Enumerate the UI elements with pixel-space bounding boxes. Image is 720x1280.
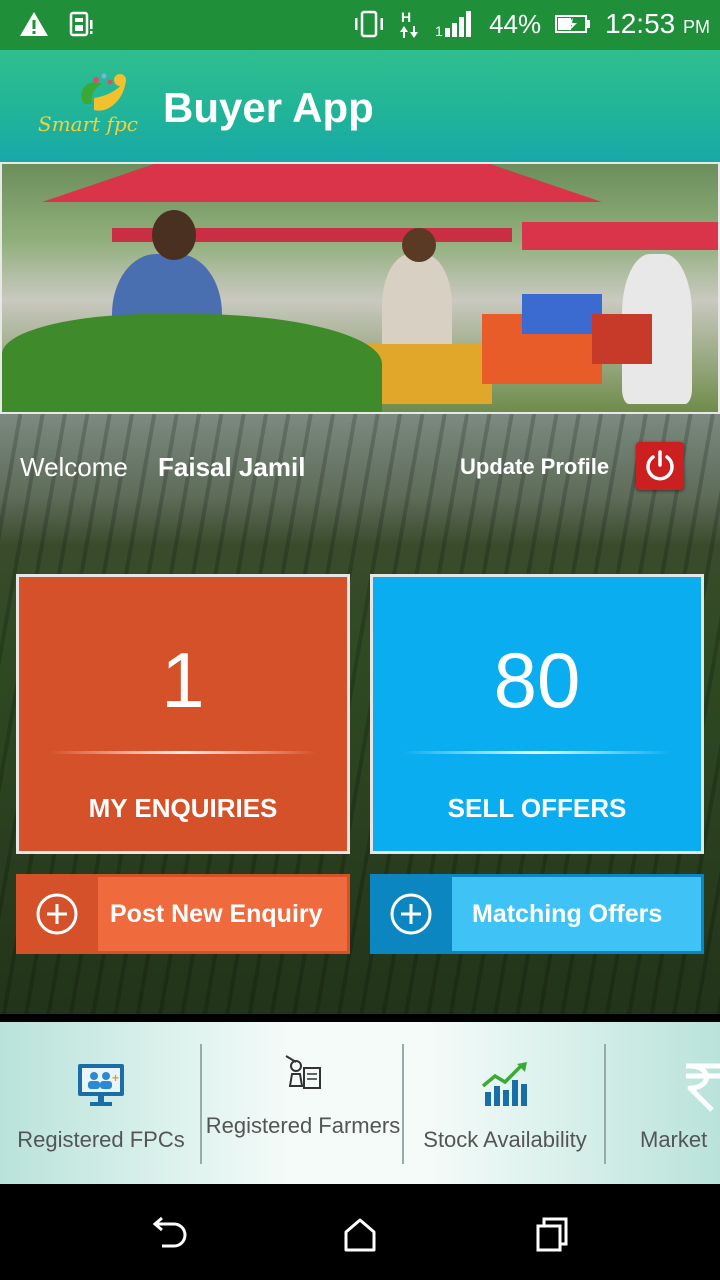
market-banner-image [0,162,720,414]
svg-text:H: H [401,9,411,25]
my-enquiries-card[interactable]: 1 MY ENQUIRIES [16,574,350,854]
home-icon[interactable] [340,1214,380,1254]
dashboard-section: Welcome Faisal Jamil Update Profile 1 MY… [0,414,720,1014]
clock-ampm: PM [683,17,710,37]
battery-charging-icon [555,15,591,33]
status-bar: H 1 44% 12:53 PM [0,0,720,50]
menu-item-registered-fpcs[interactable]: + Registered FPCs [0,1022,202,1184]
sim-alert-icon [69,11,93,37]
plus-circle-icon [390,893,432,935]
welcome-label: Welcome [20,452,128,482]
smart-fpc-logo [81,73,126,111]
plus-circle-icon [36,893,78,935]
registered-fpcs-icon: + [78,1064,124,1106]
sell-offers-label: SELL OFFERS [447,793,627,823]
network-h-icon: H [400,9,419,38]
system-nav-bar [0,1184,720,1280]
registered-farmers-icon [285,1055,321,1089]
welcome-row: Welcome Faisal Jamil Update Profile [0,414,720,518]
recent-apps-icon[interactable] [532,1214,572,1254]
clock-time: 12:53 [605,8,676,39]
svg-text:+: + [112,1071,119,1085]
sell-offers-count: 80 [493,636,581,724]
matching-offers-label: Matching Offers [452,877,701,951]
logo-text: Smart fpc [38,112,138,136]
signal-icon: 1 [435,11,472,38]
battery-percent: 44% [489,8,542,39]
stock-availability-icon [481,1062,527,1106]
sell-offers-card[interactable]: 80 SELL OFFERS [370,574,704,854]
menu-item-market[interactable]: Market [606,1022,720,1184]
warning-icon [20,12,48,36]
svg-text:1: 1 [435,23,443,38]
user-name: Faisal Jamil [158,452,306,482]
rupee-icon [686,1063,720,1112]
matching-offers-button[interactable]: Matching Offers [370,874,704,954]
post-new-enquiry-label: Post New Enquiry [98,877,347,951]
menu-item-registered-farmers[interactable]: Registered Farmers [202,1022,404,1184]
app-bar: Smart fpc Buyer App [0,50,720,162]
enquiries-count: 1 [161,636,205,724]
registered-farmers-label: Registered Farmers [205,1113,401,1138]
card-divider [49,751,317,754]
registered-fpcs-label: Registered FPCs [17,1127,185,1152]
card-divider [403,751,671,754]
market-label: Market [640,1127,708,1152]
clock: 12:53 PM [605,8,710,40]
post-new-enquiry-button[interactable]: Post New Enquiry [16,874,350,954]
app-title: Buyer App [163,84,374,131]
back-icon[interactable] [148,1214,188,1254]
power-icon [646,450,674,481]
enquiries-label: MY ENQUIRIES [88,793,278,823]
update-profile-link[interactable]: Update Profile [460,454,609,480]
logout-button[interactable] [636,442,684,490]
stock-availability-label: Stock Availability [423,1127,587,1152]
menu-item-stock-availability[interactable]: Stock Availability [404,1022,606,1184]
bottom-menu: + Registered FPCs Registered Farmers Sto… [0,1022,720,1184]
vibrate-icon [355,10,384,38]
